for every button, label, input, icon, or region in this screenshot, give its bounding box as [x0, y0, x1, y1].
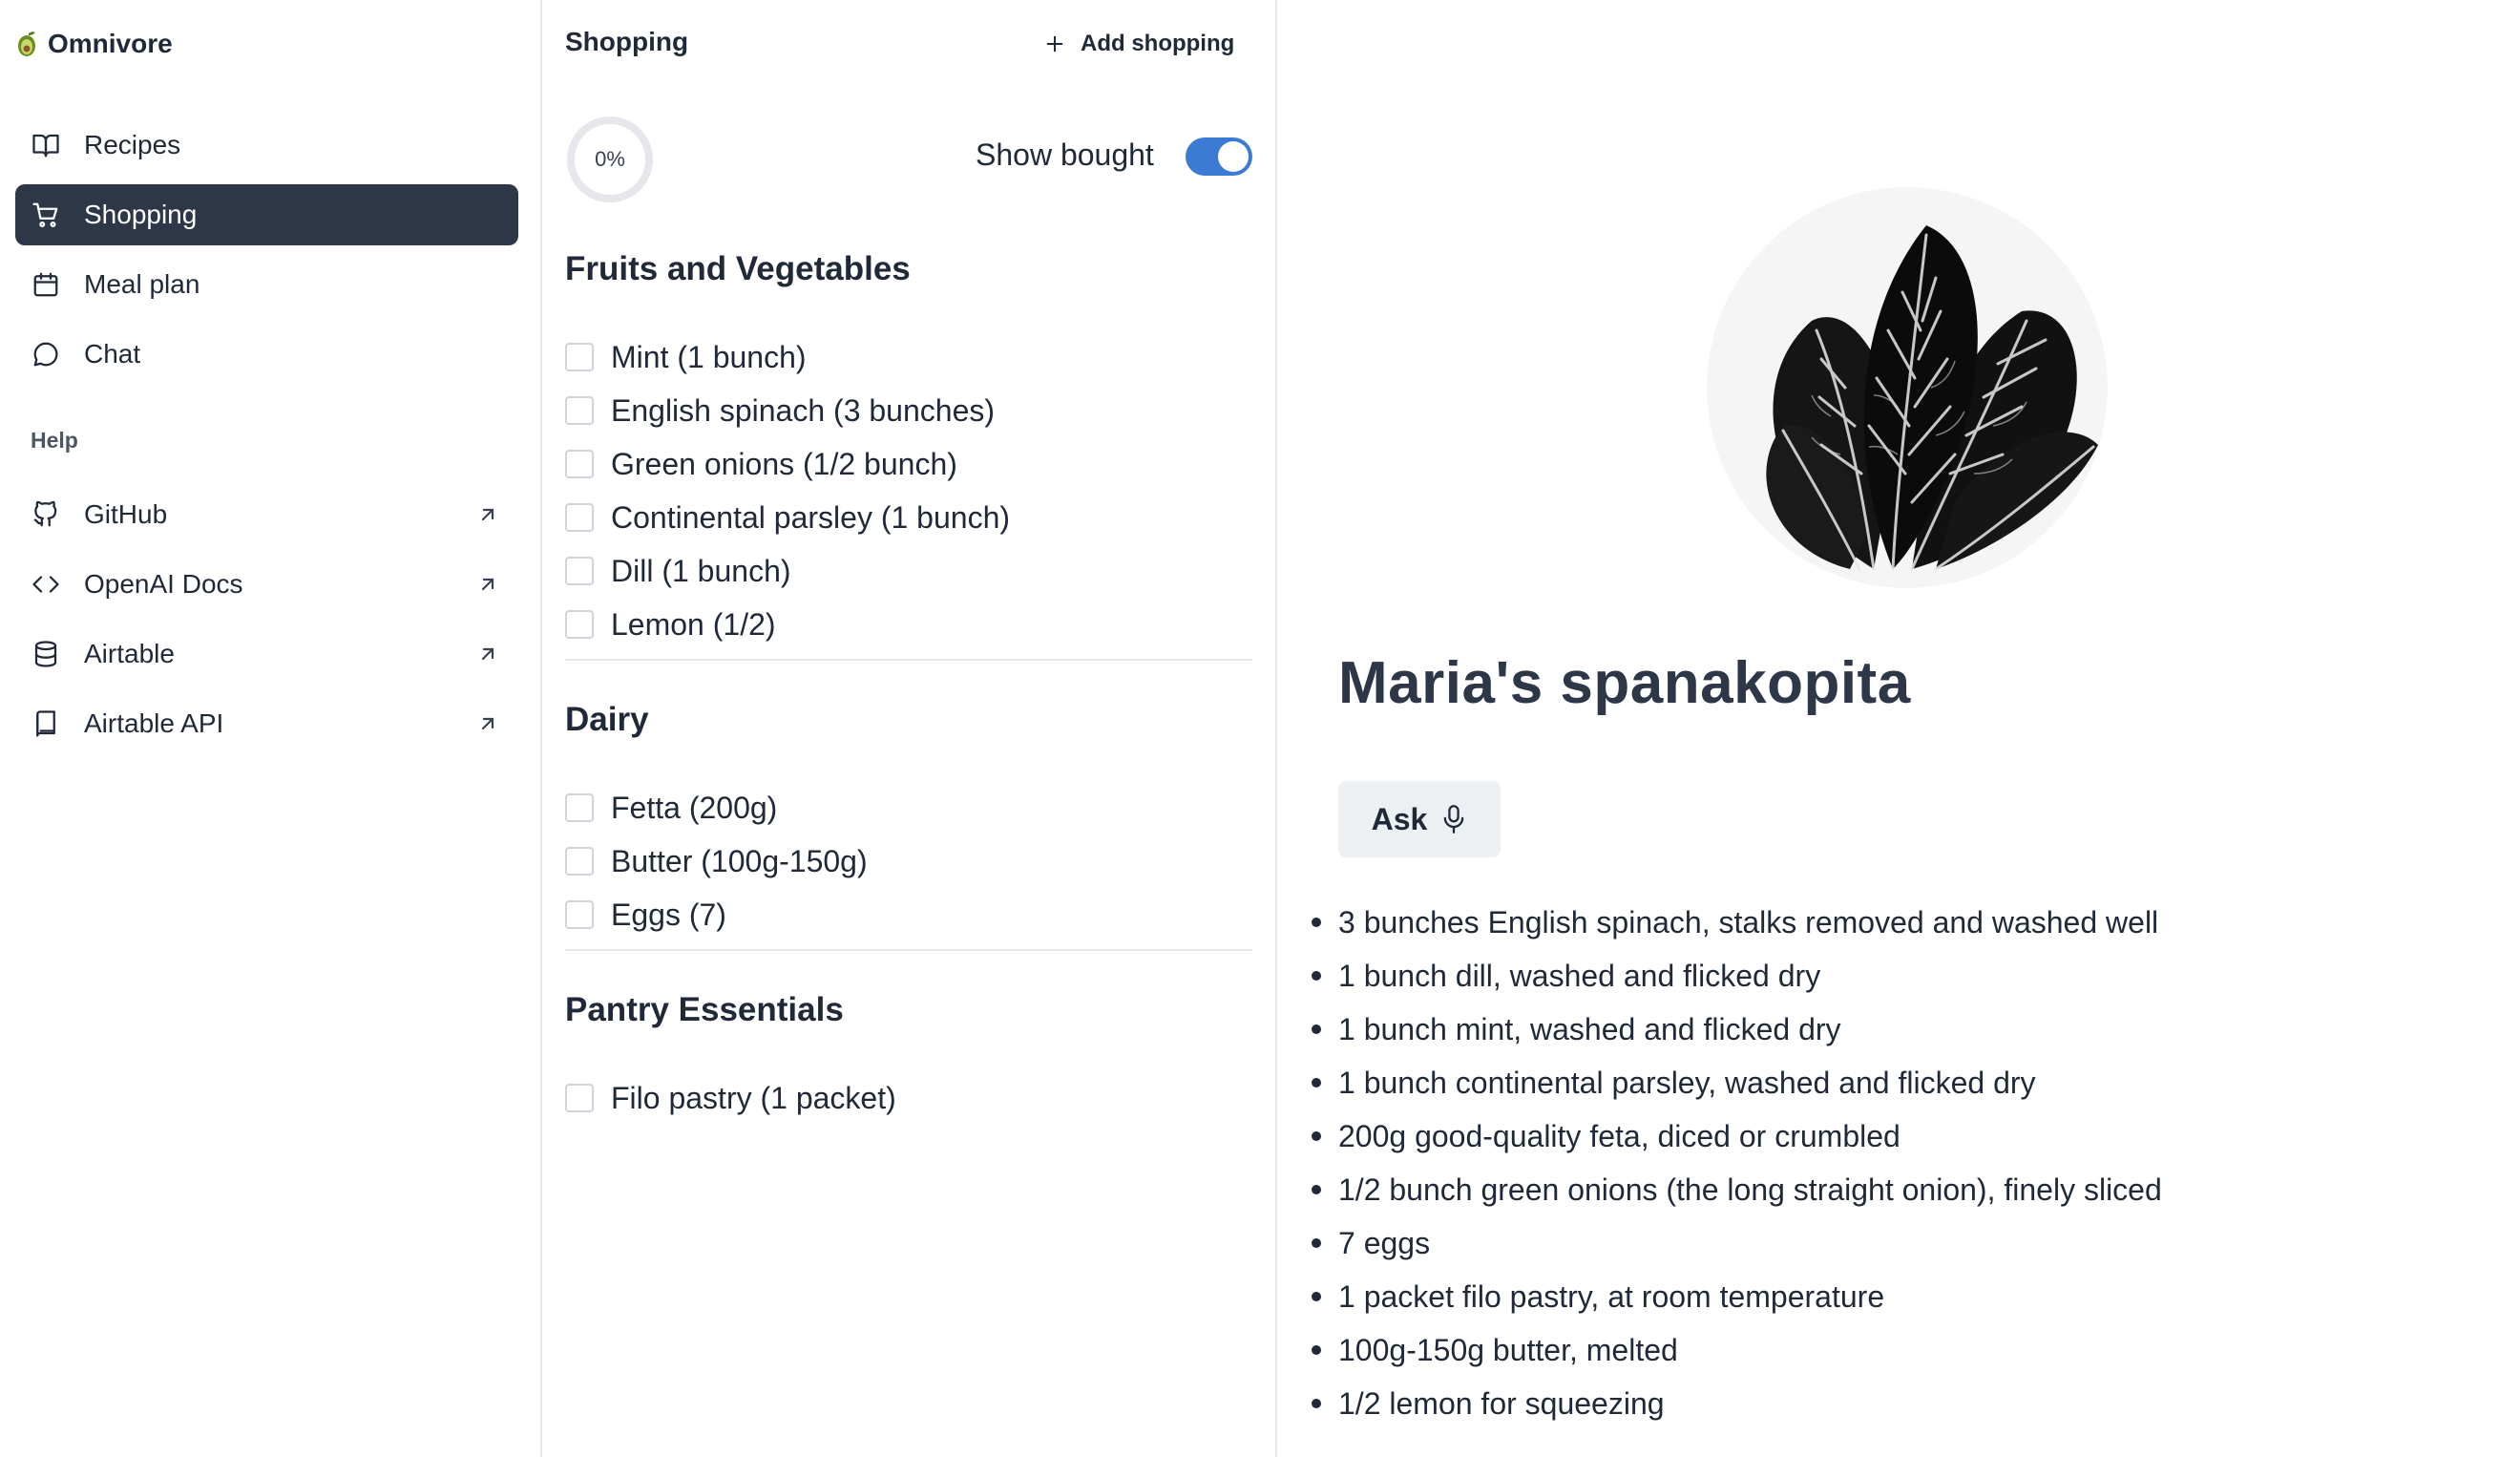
item-label: Mint (1 bunch) [611, 339, 807, 374]
item-checkbox[interactable] [565, 396, 594, 425]
section-fruits-and-vegetables: Fruits and Vegetables Mint (1 bunch) Eng… [565, 246, 1252, 661]
item-checkbox[interactable] [565, 610, 594, 639]
calendar-icon [31, 269, 61, 300]
item-label: Dill (1 bunch) [611, 553, 791, 588]
item-label: Green onions (1/2 bunch) [611, 446, 957, 481]
help-section-title: Help [31, 428, 78, 453]
item-checkbox[interactable] [565, 1084, 594, 1112]
ingredient-item: 1 bunch continental parsley, washed and … [1312, 1056, 2162, 1109]
progress-percent: 0% [595, 147, 625, 171]
external-link-icon [481, 508, 494, 521]
ingredient-item: 1/2 lemon for squeezing [1312, 1377, 2162, 1430]
external-link-icon [481, 647, 494, 661]
database-icon [31, 639, 61, 669]
ingredient-list: 3 bunches English spinach, stalks remove… [1312, 896, 2162, 1430]
item-label: Fetta (200g) [611, 790, 778, 825]
ingredient-item: 7 eggs [1312, 1216, 2162, 1270]
code-icon [31, 569, 61, 600]
plus-icon [1046, 35, 1063, 53]
shopping-item: Eggs (7) [565, 888, 1252, 941]
recipe-title: Maria's spanakopita [1338, 650, 1911, 716]
ingredient-item: 100g-150g butter, melted [1312, 1323, 2162, 1377]
section-pantry-essentials: Pantry Essentials Filo pastry (1 packet) [565, 987, 1252, 1125]
shopping-item: Lemon (1/2) [565, 598, 1252, 651]
shopping-panel: Shopping Add shopping 0% Show bought Fru… [542, 0, 1277, 1457]
sidebar-item-shopping[interactable]: Shopping [15, 184, 518, 245]
ingredient-item: 1 bunch dill, washed and flicked dry [1312, 949, 2162, 1003]
panel-title: Shopping [565, 27, 689, 56]
sidebar-item-label: Airtable [84, 639, 175, 668]
shopping-item: Green onions (1/2 bunch) [565, 437, 1252, 491]
github-icon [31, 499, 61, 530]
toggle-knob [1218, 141, 1249, 172]
ingredient-item: 1 bunch mint, washed and flicked dry [1312, 1003, 2162, 1056]
item-checkbox[interactable] [565, 847, 594, 876]
item-label: Continental parsley (1 bunch) [611, 499, 1011, 535]
show-bought-label: Show bought [976, 137, 1154, 172]
item-label: Eggs (7) [611, 897, 726, 932]
chat-bubble-icon [31, 339, 61, 370]
ingredient-item: 1 packet filo pastry, at room temperatur… [1312, 1270, 2162, 1323]
recipe-panel: Maria's spanakopita Ask 3 bunches Englis… [1277, 0, 2520, 1457]
shopping-item: Filo pastry (1 packet) [565, 1071, 1252, 1125]
app-name: Omnivore [48, 29, 173, 58]
add-shopping-label: Add shopping [1081, 31, 1235, 56]
spinach-illustration [1707, 187, 2108, 588]
sidebar-item-recipes[interactable]: Recipes [15, 115, 518, 176]
shopping-item: Dill (1 bunch) [565, 544, 1252, 598]
ingredient-item: 1/2 bunch green onions (the long straigh… [1312, 1163, 2162, 1216]
item-label: Butter (100g-150g) [611, 843, 868, 878]
external-link-icon [481, 578, 494, 591]
ingredient-item: 200g good-quality feta, diced or crumble… [1312, 1109, 2162, 1163]
sidebar-item-github[interactable]: GitHub [15, 484, 518, 545]
item-label: English spinach (3 bunches) [611, 392, 996, 428]
sidebar-item-meal-plan[interactable]: Meal plan [15, 254, 518, 315]
item-label: Lemon (1/2) [611, 606, 776, 642]
shopping-item: English spinach (3 bunches) [565, 384, 1252, 437]
microphone-icon [1444, 805, 1464, 834]
shopping-item: Fetta (200g) [565, 781, 1252, 834]
show-bought-toggle[interactable] [1186, 137, 1252, 176]
avocado-logo-icon [18, 32, 35, 56]
ask-button[interactable]: Ask [1338, 781, 1501, 857]
sidebar-item-airtable-api[interactable]: Airtable API [15, 693, 518, 754]
item-checkbox[interactable] [565, 557, 594, 585]
sidebar-item-openai-docs[interactable]: OpenAI Docs [15, 554, 518, 615]
shopping-cart-icon [31, 200, 61, 230]
section-title: Dairy [565, 701, 649, 738]
sidebar-item-label: GitHub [84, 499, 168, 529]
external-link-icon [481, 717, 494, 730]
item-checkbox[interactable] [565, 900, 594, 929]
item-checkbox[interactable] [565, 793, 594, 822]
sidebar-item-chat[interactable]: Chat [15, 324, 518, 385]
sidebar-item-label: Recipes [84, 130, 181, 159]
book-open-icon [31, 130, 61, 160]
item-checkbox[interactable] [565, 450, 594, 478]
ask-label: Ask [1371, 801, 1428, 836]
section-title: Pantry Essentials [565, 991, 844, 1028]
sidebar-item-label: OpenAI Docs [84, 569, 243, 599]
sidebar-item-airtable[interactable]: Airtable [15, 623, 518, 685]
shopping-item: Butter (100g-150g) [565, 834, 1252, 888]
sidebar: Omnivore Recipes Shopping Meal plan Chat… [0, 0, 542, 1457]
item-checkbox[interactable] [565, 503, 594, 532]
sidebar-item-label: Meal plan [84, 269, 200, 299]
add-shopping-button[interactable]: Add shopping [1029, 21, 1250, 67]
item-label: Filo pastry (1 packet) [611, 1080, 896, 1115]
shopping-item: Mint (1 bunch) [565, 330, 1252, 384]
section-dairy: Dairy Fetta (200g) Butter (100g-150g) Eg… [565, 697, 1252, 951]
sidebar-item-label: Chat [84, 339, 141, 369]
progress-ring: 0% [565, 115, 655, 204]
section-title: Fruits and Vegetables [565, 250, 911, 287]
ingredient-item: 3 bunches English spinach, stalks remove… [1312, 896, 2162, 949]
sidebar-item-label: Airtable API [84, 708, 224, 738]
sidebar-item-label: Shopping [84, 200, 198, 229]
item-checkbox[interactable] [565, 343, 594, 371]
shopping-item: Continental parsley (1 bunch) [565, 491, 1252, 544]
brand[interactable]: Omnivore [15, 27, 173, 61]
book-icon [31, 708, 61, 739]
